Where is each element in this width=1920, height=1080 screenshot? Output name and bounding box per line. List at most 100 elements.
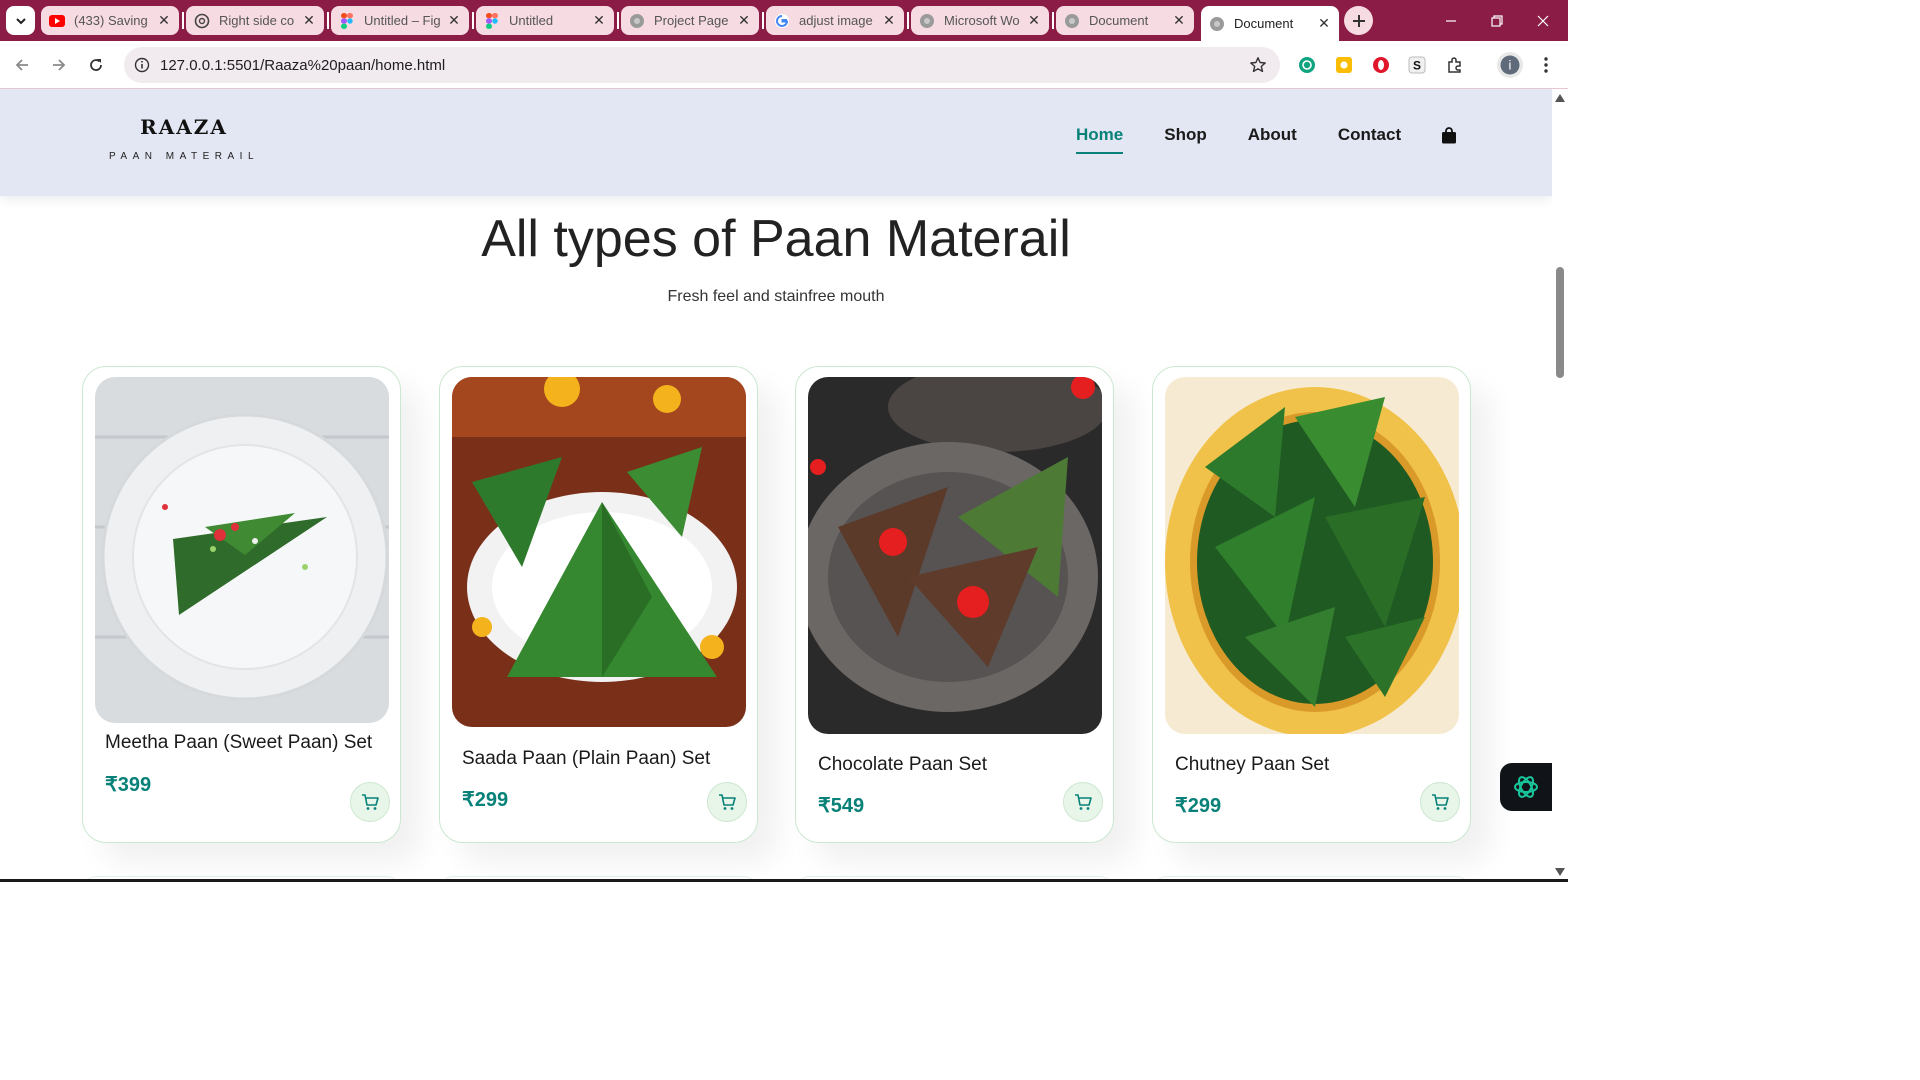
product-image-chutney-paan[interactable] (1165, 377, 1459, 734)
tab-title: Right side co (219, 13, 295, 28)
close-icon[interactable]: ✕ (1172, 12, 1186, 29)
tab-title: Microsoft Wo (944, 13, 1020, 28)
globe-icon (629, 13, 645, 29)
tab-title: adjust image (799, 13, 873, 28)
main-nav: Home Shop About Contact (1076, 125, 1458, 154)
s-extension-icon[interactable]: S (1406, 54, 1428, 76)
add-to-cart-button[interactable] (350, 782, 390, 822)
tab-title: Document (1089, 13, 1149, 28)
nav-home[interactable]: Home (1076, 125, 1124, 154)
globe-icon (919, 13, 935, 29)
chatgpt-icon (1514, 776, 1538, 798)
cart-icon (1432, 794, 1449, 810)
notes-extension-icon[interactable] (1333, 54, 1355, 76)
scroll-down-arrow-icon[interactable] (1555, 867, 1565, 877)
browser-tab-active[interactable]: Document ✕ (1201, 6, 1339, 41)
product-name: Chutney Paan Set (1175, 754, 1330, 775)
globe-icon (1064, 13, 1080, 29)
product-card[interactable]: Chocolate Paan Set ₹549 (795, 366, 1114, 843)
product-name: Saada Paan (Plain Paan) Set (462, 748, 711, 769)
chevron-down-icon (15, 17, 26, 24)
restore-icon (1491, 14, 1503, 27)
plus-icon (1352, 14, 1365, 27)
back-button[interactable] (8, 51, 36, 79)
close-icon[interactable]: ✕ (592, 12, 606, 29)
close-icon[interactable]: ✕ (1317, 15, 1331, 32)
forward-button[interactable] (45, 51, 73, 79)
browser-tab[interactable]: Project Page ✕ (621, 6, 759, 35)
browser-tab[interactable]: Right side co ✕ (186, 6, 324, 35)
nav-shop[interactable]: Shop (1164, 125, 1207, 145)
browser-toolbar: 127.0.0.1:5501/Raaza%20paan/home.html S … (0, 41, 1568, 89)
youtube-icon (49, 13, 65, 29)
extensions-puzzle-icon[interactable] (1444, 54, 1466, 76)
browser-tab[interactable]: Untitled – Fig ✕ (331, 6, 469, 35)
reload-icon (90, 59, 102, 71)
product-name: Meetha Paan (Sweet Paan) Set (105, 732, 373, 753)
close-icon[interactable]: ✕ (157, 12, 171, 29)
close-icon[interactable]: ✕ (1027, 12, 1041, 29)
tab-title: (433) Saving (74, 13, 148, 28)
figma-icon (484, 12, 500, 29)
shopping-bag-icon[interactable] (1440, 126, 1458, 144)
reload-button[interactable] (82, 51, 110, 79)
product-card[interactable]: Meetha Paan (Sweet Paan) Set ₹399 (82, 366, 401, 843)
google-icon (774, 13, 790, 29)
tab-title: Untitled (509, 13, 554, 28)
scrollbar-thumb[interactable] (1556, 267, 1564, 378)
bookmark-star-icon[interactable] (1248, 55, 1268, 75)
url-text[interactable]: 127.0.0.1:5501/Raaza%20paan/home.html (160, 57, 1248, 74)
profile-avatar[interactable]: i (1497, 52, 1523, 78)
nav-contact[interactable]: Contact (1338, 125, 1401, 145)
page-viewport: RAAZA PAAN MATERAIL Home Shop About Cont… (0, 89, 1552, 882)
minimize-button[interactable] (1428, 0, 1474, 41)
close-window-button[interactable] (1520, 0, 1566, 41)
menu-kebab-icon[interactable] (1535, 54, 1557, 76)
ai-assistant-button[interactable] (1500, 763, 1552, 811)
site-header: RAAZA PAAN MATERAIL Home Shop About Cont… (0, 89, 1552, 196)
opera-extension-icon[interactable] (1370, 54, 1392, 76)
browser-tab[interactable]: adjust image ✕ (766, 6, 904, 35)
close-icon[interactable]: ✕ (882, 12, 896, 29)
product-price: ₹299 (1175, 795, 1222, 817)
product-price: ₹549 (818, 795, 865, 817)
nav-about[interactable]: About (1248, 125, 1297, 145)
restore-button[interactable] (1474, 0, 1520, 41)
product-image-sweet-paan[interactable] (95, 377, 389, 723)
close-icon[interactable]: ✕ (302, 12, 316, 29)
site-logo[interactable]: RAAZA PAAN MATERAIL (100, 115, 268, 162)
new-tab-button[interactable] (1344, 6, 1373, 35)
add-to-cart-button[interactable] (707, 782, 747, 822)
product-image-plain-paan[interactable] (452, 377, 746, 727)
chatgpt-extension-icon[interactable] (1296, 54, 1318, 76)
add-to-cart-button[interactable] (1420, 782, 1460, 822)
browser-tab[interactable]: (433) Saving ✕ (41, 6, 179, 35)
browser-tab-strip: (433) Saving ✕ Right side co ✕ Untitled … (0, 0, 1568, 41)
product-name: Chocolate Paan Set (818, 754, 988, 775)
product-card[interactable]: Saada Paan (Plain Paan) Set ₹299 (439, 366, 758, 843)
product-image-chocolate-paan[interactable] (808, 377, 1102, 734)
brand-name: RAAZA (140, 115, 228, 139)
address-bar[interactable]: 127.0.0.1:5501/Raaza%20paan/home.html (124, 47, 1280, 83)
window-bottom-edge (0, 879, 1568, 882)
page-scrollbar[interactable] (1552, 89, 1568, 882)
site-info-icon[interactable] (132, 55, 152, 75)
product-card[interactable]: Chutney Paan Set ₹299 (1152, 366, 1471, 843)
add-to-cart-button[interactable] (1063, 782, 1103, 822)
scroll-up-arrow-icon[interactable] (1555, 93, 1565, 103)
tab-search-button[interactable] (6, 6, 35, 35)
close-icon (1537, 15, 1549, 26)
close-icon[interactable]: ✕ (447, 12, 461, 29)
tab-title: Untitled – Fig (364, 13, 441, 28)
tab-divider (617, 12, 619, 29)
close-icon[interactable]: ✕ (737, 12, 751, 29)
globe-icon (1209, 16, 1225, 32)
browser-tab[interactable]: Untitled ✕ (476, 6, 614, 35)
page-title: All types of Paan Materail (481, 210, 1071, 268)
tab-divider (327, 12, 329, 29)
arrow-right-icon (53, 59, 66, 71)
browser-tab[interactable]: Microsoft Wo ✕ (911, 6, 1049, 35)
tab-divider (472, 12, 474, 29)
browser-tab[interactable]: Document ✕ (1056, 6, 1194, 35)
tab-title: Project Page (654, 13, 729, 28)
